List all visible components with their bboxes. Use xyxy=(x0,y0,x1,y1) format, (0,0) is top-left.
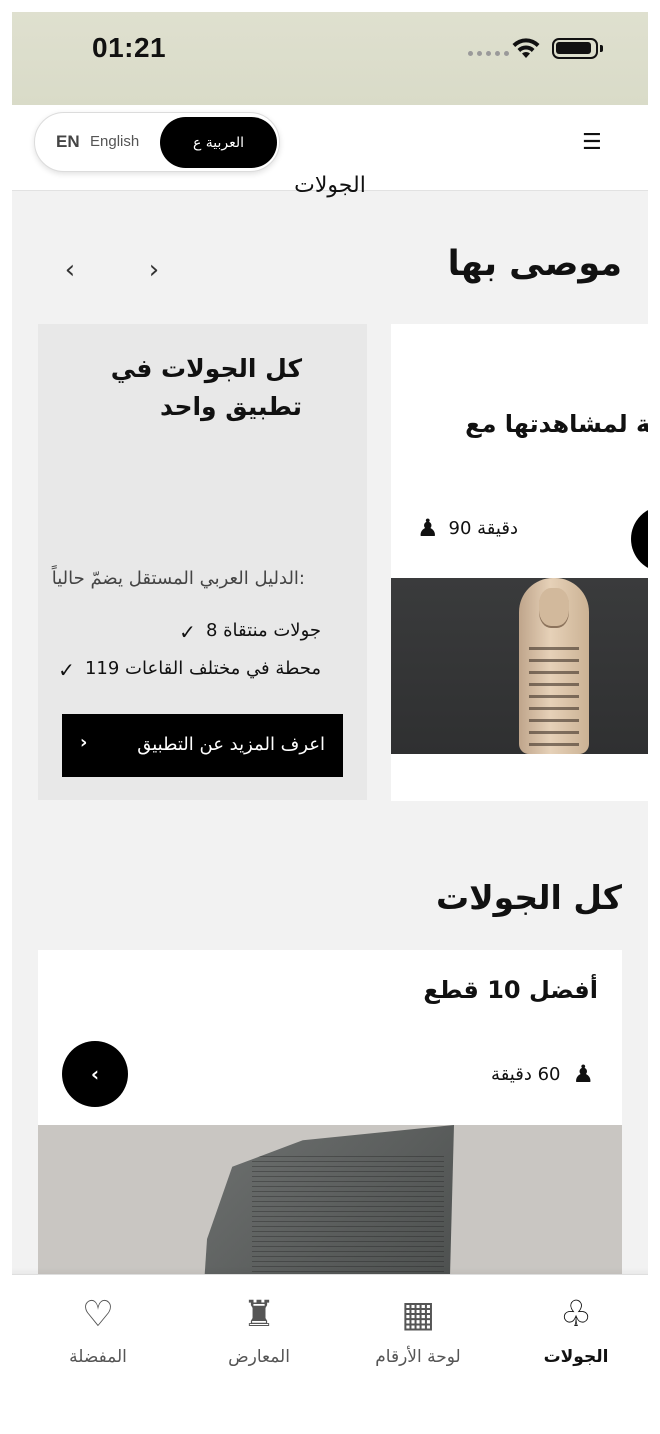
lang-en-code[interactable]: EN xyxy=(56,132,80,152)
status-time: 01:21 xyxy=(92,32,167,63)
promo-bullet-text: محطة في مختلف القاعات 119 xyxy=(84,658,321,679)
tour-title: أفضل 10 قطع xyxy=(423,976,598,1004)
tour-meta: ♟ 60 دقيقة xyxy=(491,1060,594,1088)
club-icon: ♧ xyxy=(559,1294,593,1335)
wifi-icon xyxy=(512,38,540,58)
carousel-prev-arrow-icon[interactable]: › xyxy=(142,256,166,284)
promo-intro: :الدليل العربي المستقل يضمّ حالياً xyxy=(51,568,305,589)
promo-card: كل الجولات في تطبيق واحد :الدليل العربي … xyxy=(38,324,367,800)
bottom-navigation: ♧ الجولات ▦ لوحة الأرقام ♜ المعارض ♡ الم… xyxy=(12,1274,648,1434)
nav-tab-favorites[interactable]: ♡ المفضلة xyxy=(38,1293,158,1367)
all-tours-title: كل الجولات xyxy=(435,878,622,917)
pawn-icon: ♟ xyxy=(572,1060,594,1088)
nav-tab-galleries[interactable]: ♜ المعارض xyxy=(199,1293,319,1367)
nav-tab-tours[interactable]: ♧ الجولات xyxy=(516,1293,636,1367)
tour-image-rosetta-stone xyxy=(38,1125,622,1290)
tour-title: 12 قطعة لمشاهدتها مع الأطفال xyxy=(465,410,648,438)
battery-icon xyxy=(552,38,603,59)
nav-label: الجولات xyxy=(543,1347,609,1367)
keypad-grid-icon: ▦ xyxy=(400,1294,435,1335)
recommended-title: موصى بها xyxy=(447,244,622,284)
heart-icon: ♡ xyxy=(81,1294,115,1335)
learn-more-button[interactable]: اعرف المزيد عن التطبيق ‹ xyxy=(62,714,343,777)
carousel-next-arrow-icon[interactable]: ‹ xyxy=(58,256,82,284)
page-title: الجولات xyxy=(294,173,366,198)
hamburger-menu-icon[interactable]: ☰ xyxy=(582,132,602,154)
lang-en-label[interactable]: English xyxy=(90,133,139,150)
promo-bullet-text: جولات منتقاة 8 xyxy=(205,620,321,641)
promo-bullet: جولات منتقاة 8 ✓ xyxy=(179,620,321,644)
cellular-signal-icon xyxy=(468,51,509,56)
promo-bullet: محطة في مختلف القاعات 119 ✓ xyxy=(58,658,321,682)
nav-label: لوحة الأرقام xyxy=(375,1347,461,1367)
promo-title: كل الجولات في تطبيق واحد xyxy=(110,354,302,421)
learn-more-label: اعرف المزيد عن التطبيق xyxy=(137,734,325,755)
tour-duration: 60 دقيقة xyxy=(491,1063,561,1085)
nav-label: المعارض xyxy=(228,1347,290,1367)
tour-meta: ♟ 90 دقيقة xyxy=(417,514,518,542)
pawn-icon: ♟ xyxy=(417,514,439,542)
nav-tab-keypad[interactable]: ▦ لوحة الأرقام xyxy=(358,1293,478,1367)
tour-card-top10[interactable]: أفضل 10 قطع ♟ 60 دقيقة › xyxy=(38,950,622,1290)
status-bar: 01:21 xyxy=(12,12,648,105)
app-screen: 01:21 EN English العربية ع ☰ الجولات موص… xyxy=(12,12,648,1434)
nav-label: المفضلة xyxy=(69,1347,127,1367)
rosetta-stone-image xyxy=(202,1125,454,1290)
tour-duration: 90 دقيقة xyxy=(448,517,518,539)
tour-card-kids[interactable]: 12 قطعة لمشاهدتها مع الأطفال ♟ 90 دقيقة xyxy=(391,324,648,801)
mummy-coffin-image xyxy=(519,578,589,754)
rook-icon: ♜ xyxy=(242,1294,276,1335)
checkmark-icon: ✓ xyxy=(179,620,196,644)
tour-open-button[interactable]: › xyxy=(62,1041,128,1107)
checkmark-icon: ✓ xyxy=(58,658,75,682)
language-switch[interactable]: EN English العربية ع xyxy=(34,112,280,172)
chevron-left-icon: ‹ xyxy=(80,732,88,753)
lang-ar-option[interactable]: العربية ع xyxy=(160,117,277,168)
tour-image-mummy xyxy=(391,578,648,754)
tour-open-button[interactable] xyxy=(631,506,648,572)
